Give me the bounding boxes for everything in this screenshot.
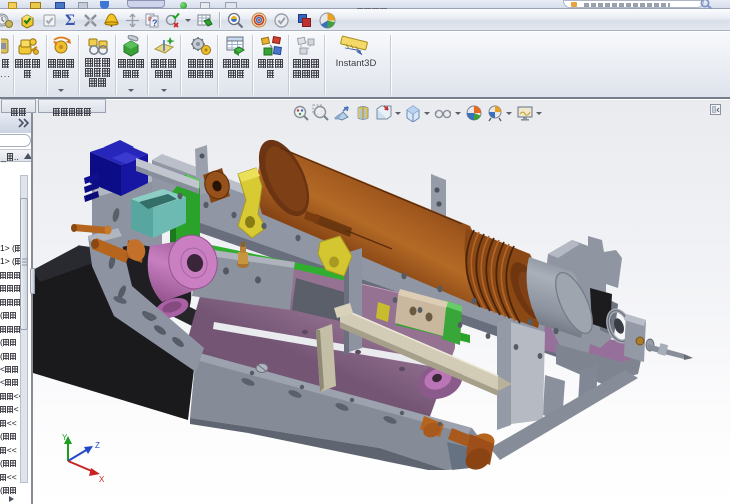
svg-text:X: X <box>99 475 105 484</box>
svg-text:Y: Y <box>62 433 68 442</box>
svg-text:?: ? <box>152 18 158 28</box>
svg-text:Σ: Σ <box>65 12 75 28</box>
svg-text:Z: Z <box>95 441 100 450</box>
